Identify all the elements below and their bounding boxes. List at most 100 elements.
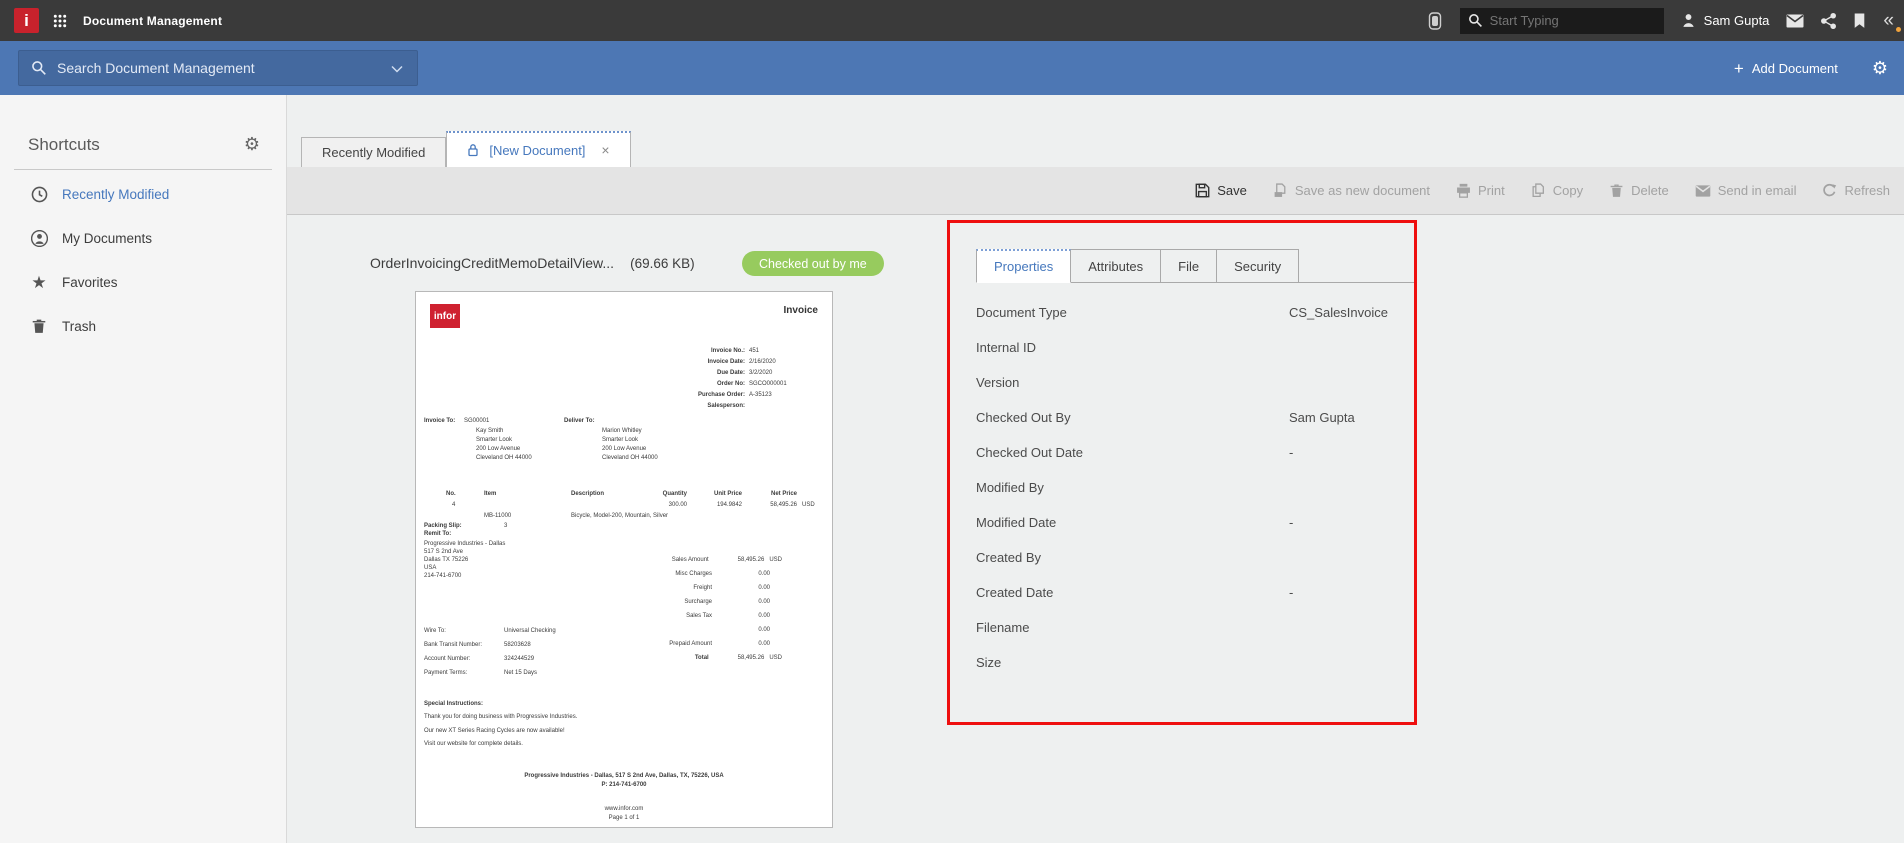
copy-icon	[1531, 183, 1546, 198]
star-icon: ★	[31, 272, 47, 292]
row-quantity: 300.00	[668, 502, 687, 508]
document-name: OrderInvoicingCreditMemoDetailView...	[370, 255, 615, 271]
bookmark-icon[interactable]	[1853, 13, 1866, 29]
save-button[interactable]: Save	[1195, 183, 1247, 198]
total-value: 58,495.26	[737, 655, 765, 661]
global-search-input[interactable]	[1459, 7, 1664, 34]
field-label: Version	[976, 375, 1020, 390]
invoice-to-address: 200 Low Avenue	[476, 446, 521, 452]
settings-gear-icon[interactable]: ⚙	[1872, 59, 1888, 77]
document-toolbar: Save Save as new document Print Copy Del…	[287, 167, 1904, 215]
tab-security[interactable]: Security	[1217, 249, 1300, 283]
close-icon[interactable]: ×	[601, 142, 609, 158]
collapse-panel-icon[interactable]: «	[1883, 11, 1894, 30]
user-icon	[1681, 13, 1696, 28]
packing-slip-value: 3	[504, 523, 508, 529]
field-row: Internal ID	[976, 330, 1396, 365]
wire-value: Net 15 Days	[504, 670, 538, 676]
global-search[interactable]	[1459, 7, 1664, 34]
field-row: Document Type CS_SalesInvoice	[976, 295, 1396, 330]
tab-properties[interactable]: Properties	[976, 249, 1072, 283]
add-document-button[interactable]: + Add Document	[1734, 60, 1838, 77]
print-button[interactable]: Print	[1456, 183, 1505, 198]
status-badge: Checked out by me	[742, 251, 884, 276]
refresh-label: Refresh	[1844, 183, 1890, 198]
share-icon[interactable]	[1821, 12, 1837, 29]
total-label: Total	[694, 655, 709, 661]
field-value: CS_SalesInvoice	[1289, 305, 1388, 320]
copy-button[interactable]: Copy	[1531, 183, 1583, 198]
packing-slip-label: Packing Slip:	[424, 523, 462, 529]
app-title: Document Management	[83, 13, 223, 28]
remit-address: 214-741-6700	[424, 573, 462, 579]
invoice-footer-page: Page 1 of 1	[608, 815, 640, 821]
mail-icon[interactable]	[1786, 14, 1804, 28]
total-label	[632, 627, 712, 634]
invoice-to-address: Kay Smith	[476, 428, 504, 434]
total-label: Prepaid Amount	[669, 641, 712, 647]
sidebar-item-trash[interactable]: Trash	[0, 304, 286, 348]
save-as-new-document-button[interactable]: Save as new document	[1273, 183, 1430, 198]
total-label: Sales Amount	[671, 557, 709, 563]
tab-label: Recently Modified	[322, 145, 426, 160]
special-instructions-line: Visit our website for complete details.	[424, 741, 523, 747]
field-row: Created Date -	[976, 575, 1396, 610]
total-label: Surcharge	[684, 599, 712, 605]
col-header: Item	[484, 491, 497, 497]
tab-attributes[interactable]: Attributes	[1071, 249, 1162, 283]
tab-recently-modified[interactable]: Recently Modified	[301, 137, 447, 168]
copy-label: Copy	[1552, 183, 1584, 198]
total-label: Freight	[693, 585, 712, 591]
invoice-title: Invoice	[783, 305, 818, 316]
field-label: Modified Date	[976, 515, 1057, 530]
module-bar: Search Document Management + Add Documen…	[0, 41, 1904, 95]
deliver-to-address: Smarter Look	[602, 437, 639, 443]
sidebar-item-recently-modified[interactable]: Recently Modified	[0, 172, 286, 216]
delete-label: Delete	[1631, 183, 1669, 198]
app-grid-icon[interactable]	[53, 14, 67, 28]
invoice-meta-label: Purchase Order:	[697, 392, 745, 398]
shortcuts-gear-icon[interactable]: ⚙	[244, 135, 260, 153]
refresh-button[interactable]: Refresh	[1822, 183, 1890, 198]
row-unit-price: 194.9842	[716, 502, 742, 508]
delete-button[interactable]: Delete	[1609, 183, 1669, 198]
print-label: Print	[1478, 183, 1505, 198]
field-row: Checked Out By Sam Gupta	[976, 400, 1396, 435]
field-row: Created By	[976, 540, 1396, 575]
wire-value: 324244529	[504, 656, 535, 662]
invoice-meta-label: Due Date:	[716, 370, 745, 376]
field-label: Filename	[976, 620, 1030, 635]
invoice-footer-site: www.infor.com	[604, 806, 644, 812]
user-name: Sam Gupta	[1703, 13, 1770, 28]
user-menu[interactable]: Sam Gupta	[1681, 13, 1770, 28]
field-row: Filename	[976, 610, 1396, 645]
field-value: -	[1289, 445, 1294, 460]
properties-panel-highlight-box: Properties Attributes File Security Docu…	[947, 220, 1417, 725]
field-row: Checked Out Date -	[976, 435, 1396, 470]
sidebar-item-my-documents[interactable]: My Documents	[0, 216, 286, 260]
tab-label: File	[1178, 258, 1200, 274]
trash-icon	[30, 317, 48, 335]
field-label: Created By	[976, 550, 1042, 565]
sidebar-item-label: Recently Modified	[62, 186, 170, 202]
send-in-email-button[interactable]: Send in email	[1695, 183, 1796, 198]
remit-address: USA	[424, 565, 437, 571]
device-icon[interactable]	[1427, 11, 1443, 31]
wire-value: 58203628	[504, 642, 531, 648]
tab-label: Attributes	[1088, 258, 1144, 274]
sidebar-item-favorites[interactable]: ★ Favorites	[0, 260, 286, 304]
tab-new-document[interactable]: [New Document] ×	[446, 131, 631, 168]
deliver-to-address: Cleveland OH 44000	[602, 455, 658, 461]
tab-file[interactable]: File	[1161, 249, 1218, 283]
deliver-to-address: Marion Whitley	[602, 428, 642, 434]
module-search[interactable]: Search Document Management	[18, 50, 418, 86]
special-instructions-label: Special Instructions:	[424, 701, 484, 707]
infor-logo[interactable]: i	[14, 8, 39, 33]
invoice-to-address: Smarter Look	[476, 437, 513, 443]
wire-label: Bank Transit Number:	[424, 642, 483, 648]
invoice-meta-value: 451	[749, 348, 760, 354]
total-label: Misc Charges	[675, 571, 712, 577]
search-icon	[1468, 13, 1483, 28]
chevron-down-icon[interactable]	[391, 65, 403, 73]
special-instructions-line: Our new XT Series Racing Cycles are now …	[424, 728, 565, 734]
